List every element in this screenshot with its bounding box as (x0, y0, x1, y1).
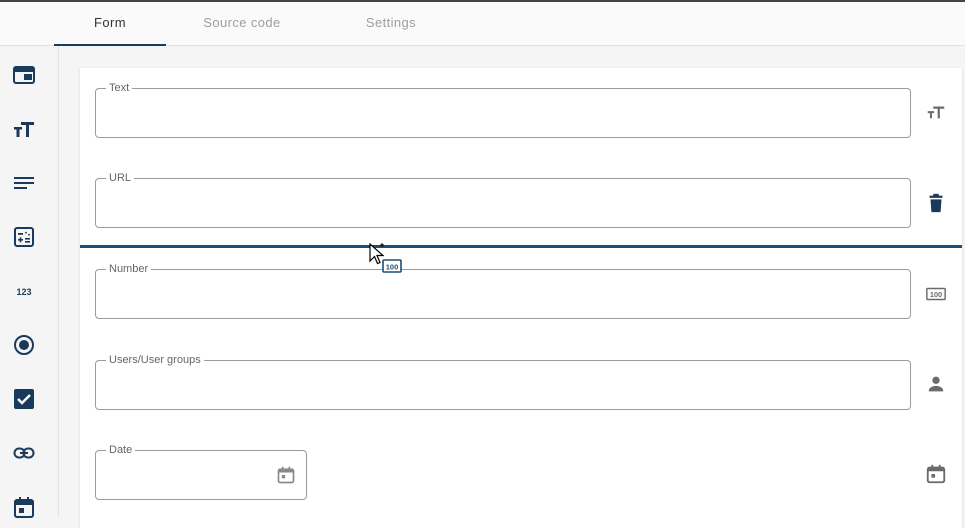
users-groups-field-label: Users/User groups (106, 353, 204, 367)
tab-form-label: Form (94, 15, 126, 30)
tab-bar: Form Source code Settings (0, 2, 965, 46)
trash-icon[interactable] (925, 192, 947, 214)
tab-settings[interactable]: Settings (335, 2, 447, 45)
paragraph-icon[interactable] (12, 171, 36, 195)
calendar-icon[interactable] (925, 463, 947, 485)
link-icon[interactable] (12, 441, 36, 465)
checkbox-icon[interactable] (12, 387, 36, 411)
number-field-label: Number (106, 262, 152, 276)
number-123-icon[interactable]: 123 (12, 279, 36, 303)
number-field-icon[interactable]: 100 (925, 283, 947, 305)
tab-source-code-label: Source code (203, 15, 281, 30)
tab-form[interactable]: Form (54, 2, 166, 46)
date-picker-calendar-icon[interactable] (276, 465, 296, 485)
number-field-input[interactable] (106, 284, 900, 308)
svg-text:123: 123 (16, 287, 31, 297)
svg-text:100: 100 (930, 290, 942, 299)
users-groups-field-input[interactable] (106, 375, 900, 399)
dragged-number-field-icon: 100 (382, 258, 402, 274)
text-size-icon[interactable] (12, 117, 36, 141)
text-field[interactable]: Text (95, 81, 911, 138)
date-field-label: Date (106, 443, 136, 457)
tab-settings-label: Settings (365, 15, 417, 30)
radio-button-icon[interactable] (12, 333, 36, 357)
date-field[interactable]: Date (95, 443, 307, 500)
calendar-icon[interactable] (12, 495, 36, 519)
text-field-input[interactable] (106, 103, 900, 127)
users-groups-field[interactable]: Users/User groups (95, 353, 911, 410)
form-canvas: Text URL Number 100 Users/User groups Da… (80, 68, 962, 528)
url-field-label: URL (106, 171, 135, 185)
person-icon[interactable] (925, 373, 947, 395)
text-field-label: Text (106, 81, 133, 95)
number-field[interactable]: Number (95, 262, 911, 319)
component-palette: 123 (0, 46, 59, 519)
form-layout-icon[interactable] (12, 63, 36, 87)
svg-text:100: 100 (386, 263, 399, 272)
url-field-input[interactable] (106, 193, 900, 217)
drop-indicator-line (80, 245, 962, 248)
text-size-icon[interactable] (925, 101, 947, 123)
calculator-icon[interactable] (12, 225, 36, 249)
active-tab-indicator (54, 44, 166, 46)
tab-source-code[interactable]: Source code (186, 2, 298, 45)
date-field-input[interactable] (106, 465, 270, 489)
url-field[interactable]: URL (95, 171, 911, 228)
